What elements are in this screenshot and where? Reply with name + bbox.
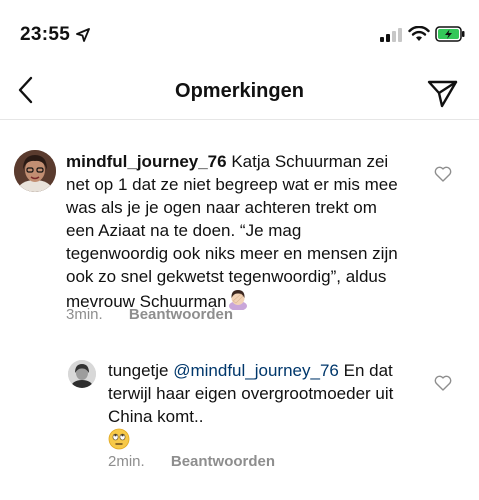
comment-text: mindful_journey_76 Katja Schuurman zei n… xyxy=(66,150,406,313)
like-button[interactable] xyxy=(434,166,456,188)
page-title: Opmerkingen xyxy=(175,80,304,102)
reply-like-button[interactable] xyxy=(434,375,456,397)
paper-plane-icon xyxy=(427,80,458,108)
reply-meta: 2min. Beantwoorden xyxy=(108,453,275,470)
battery-charging-icon xyxy=(435,26,465,42)
reply-text: tungetje @mindful_journey_76 En dat terw… xyxy=(108,359,398,453)
reply-reply-button[interactable]: Beantwoorden xyxy=(171,453,275,470)
avatar[interactable] xyxy=(14,150,56,192)
wifi-icon xyxy=(408,26,430,41)
share-button[interactable] xyxy=(425,76,459,110)
reply-item: tungetje @mindful_journey_76 En dat terw… xyxy=(0,340,479,490)
reply-username[interactable]: tungetje xyxy=(108,361,169,380)
status-bar: 23:55 xyxy=(0,0,479,64)
avatar-photo xyxy=(14,150,56,192)
reply-mention-link[interactable]: @mindful_journey_76 xyxy=(173,361,339,380)
nav-header: Opmerkingen xyxy=(0,64,479,120)
comment-username[interactable]: mindful_journey_76 xyxy=(66,152,227,171)
heart-icon xyxy=(434,166,452,182)
reply-avatar-photo xyxy=(68,360,96,388)
heart-icon xyxy=(434,375,452,391)
comment-time: 3min. xyxy=(66,306,103,323)
cellular-signal-icon xyxy=(380,28,402,42)
reply-button[interactable]: Beantwoorden xyxy=(129,306,233,323)
status-time: 23:55 xyxy=(20,24,71,45)
location-arrow-icon xyxy=(76,28,90,42)
face-with-rolling-eyes-emoji xyxy=(108,428,130,450)
reply-time: 2min. xyxy=(108,453,145,470)
comment-meta: 3min. Beantwoorden xyxy=(66,306,233,323)
comment-item: mindful_journey_76 Katja Schuurman zei n… xyxy=(0,120,479,323)
reply-avatar[interactable] xyxy=(68,360,96,388)
